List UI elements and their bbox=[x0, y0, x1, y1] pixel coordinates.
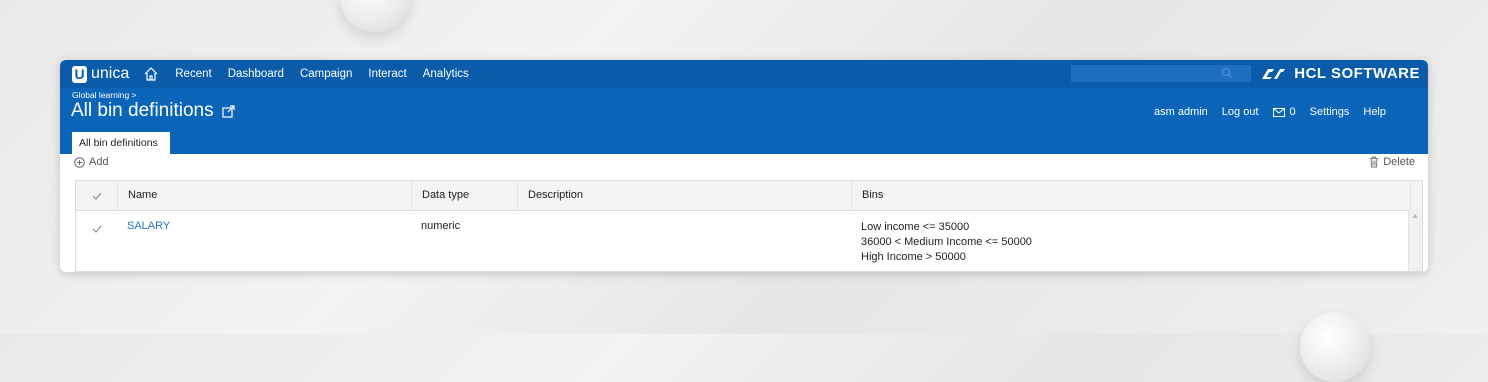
bin-name-link[interactable]: SALARY bbox=[127, 220, 170, 232]
nav-analytics[interactable]: Analytics bbox=[423, 68, 469, 80]
home-icon[interactable] bbox=[143, 66, 159, 82]
delete-label: Delete bbox=[1383, 156, 1415, 168]
vertical-scrollbar[interactable] bbox=[1408, 210, 1422, 271]
help-link[interactable]: Help bbox=[1363, 106, 1386, 118]
unica-logo-text: unica bbox=[91, 65, 130, 82]
nav-campaign[interactable]: Campaign bbox=[300, 68, 352, 80]
background-sphere bbox=[1300, 312, 1370, 382]
logout-link[interactable]: Log out bbox=[1222, 106, 1259, 118]
user-menu: asm admin Log out 0 Settings Help bbox=[1140, 106, 1386, 118]
add-button[interactable]: Add bbox=[74, 156, 109, 168]
settings-link[interactable]: Settings bbox=[1310, 106, 1350, 118]
unica-logo[interactable]: U unica bbox=[72, 65, 129, 83]
page-title: All bin definitions bbox=[71, 100, 235, 122]
bin-entry: High Income > 50000 bbox=[861, 251, 966, 263]
plus-circle-icon bbox=[74, 156, 85, 168]
scroll-up-arrow-icon[interactable] bbox=[1412, 214, 1418, 218]
mail-button[interactable]: 0 bbox=[1272, 106, 1296, 118]
top-nav-bar: U unica Recent Dashboard Campaign Intera… bbox=[60, 60, 1428, 88]
row-checkbox[interactable] bbox=[76, 211, 117, 272]
user-name[interactable]: asm admin bbox=[1154, 106, 1208, 118]
nav-dashboard[interactable]: Dashboard bbox=[228, 68, 284, 80]
tab-all-bin-definitions[interactable]: All bin definitions bbox=[72, 132, 170, 154]
column-header-spacer bbox=[1410, 181, 1423, 210]
page-title-text: All bin definitions bbox=[71, 100, 214, 121]
page-header: Global learning > All bin definitions as… bbox=[60, 88, 1428, 154]
brand-text: HCL SOFTWARE bbox=[1294, 65, 1420, 82]
column-header-data-type[interactable]: Data type bbox=[411, 181, 517, 210]
row-name-cell: SALARY bbox=[117, 211, 411, 272]
check-icon bbox=[92, 225, 101, 233]
trash-icon bbox=[1370, 156, 1379, 168]
select-all-checkbox[interactable] bbox=[76, 181, 117, 210]
column-header-name[interactable]: Name bbox=[117, 181, 411, 210]
delete-button[interactable]: Delete bbox=[1369, 156, 1415, 168]
nav-interact[interactable]: Interact bbox=[368, 68, 406, 80]
hcl-software-logo: HCL SOFTWARE bbox=[1260, 65, 1420, 82]
check-icon bbox=[92, 192, 101, 200]
toolbar: Add Delete bbox=[60, 154, 1428, 172]
background-sphere bbox=[340, 0, 410, 32]
open-external-icon[interactable] bbox=[221, 104, 235, 118]
nav-recent[interactable]: Recent bbox=[175, 68, 211, 80]
column-header-description[interactable]: Description bbox=[517, 181, 851, 210]
row-bins: Low income <= 35000 36000 < Medium Incom… bbox=[851, 211, 1410, 272]
search-icon[interactable] bbox=[1221, 67, 1233, 82]
mail-count: 0 bbox=[1289, 106, 1296, 118]
breadcrumb[interactable]: Global learning > bbox=[72, 90, 137, 100]
bin-entry: 36000 < Medium Income <= 50000 bbox=[861, 236, 1032, 248]
column-header-bins[interactable]: Bins bbox=[851, 181, 1410, 210]
bin-entry: Low income <= 35000 bbox=[861, 221, 970, 233]
mail-icon bbox=[1272, 107, 1285, 117]
unica-logo-mark: U bbox=[72, 65, 87, 83]
app-window: U unica Recent Dashboard Campaign Intera… bbox=[60, 60, 1428, 272]
row-description bbox=[517, 211, 851, 272]
row-data-type: numeric bbox=[421, 220, 461, 232]
table-header: Name Data type Description Bins bbox=[76, 181, 1422, 211]
main-nav: Recent Dashboard Campaign Interact Analy… bbox=[175, 68, 485, 80]
table-row[interactable]: SALARY numeric Low income <= 35000 36000… bbox=[76, 211, 1422, 272]
add-label: Add bbox=[89, 156, 109, 168]
hcl-mark-icon bbox=[1262, 68, 1286, 79]
bin-definitions-table: Name Data type Description Bins SALARY n… bbox=[75, 180, 1423, 272]
